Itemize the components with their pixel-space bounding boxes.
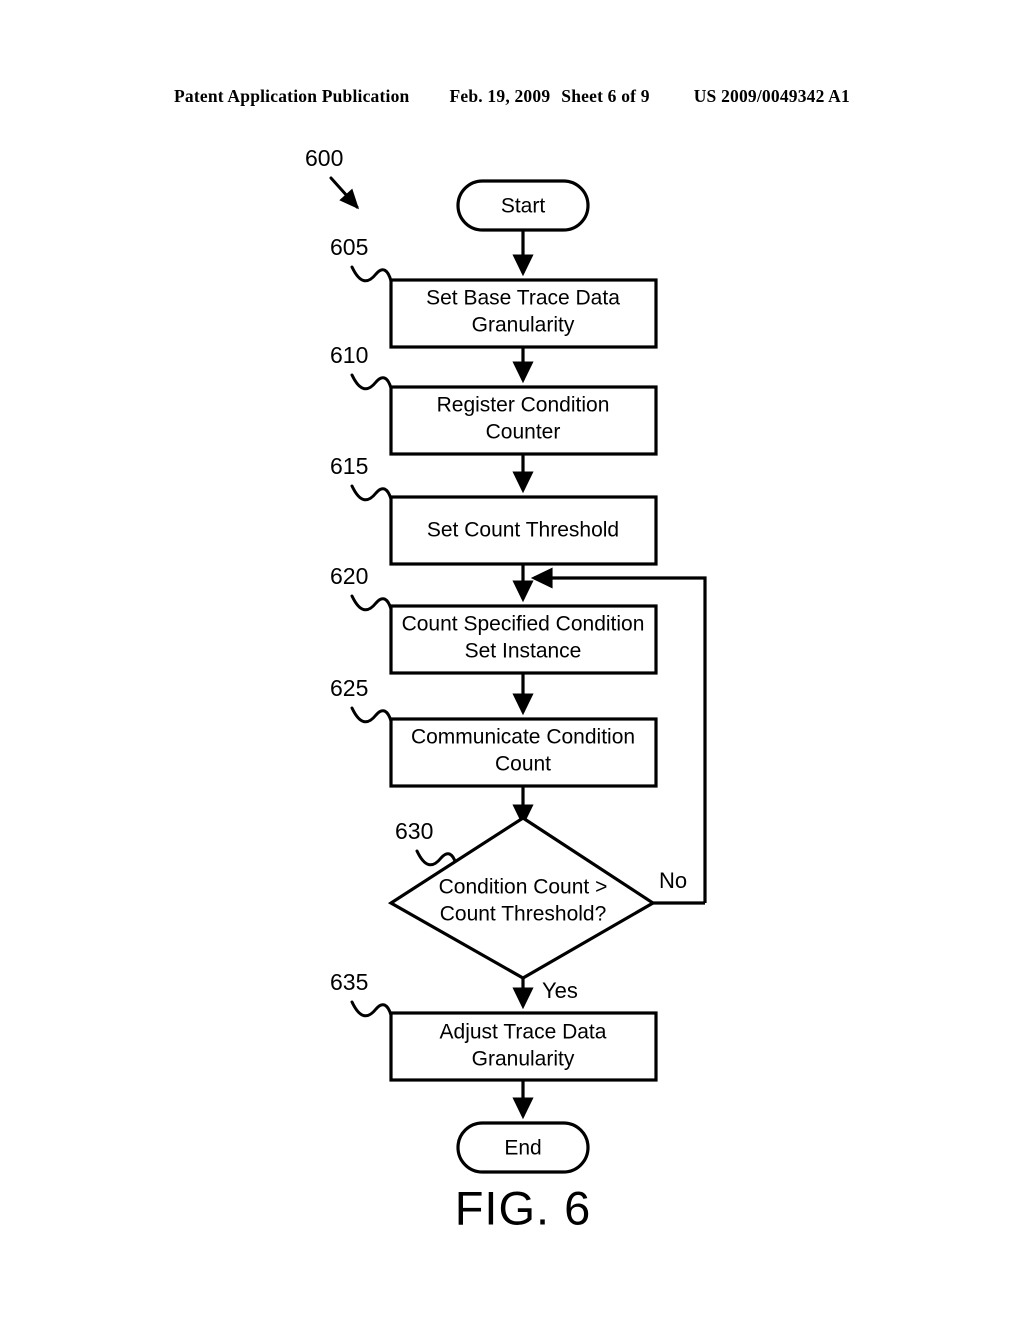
- leader-620: [350, 594, 393, 612]
- ref-numeral-615: 615: [330, 453, 368, 479]
- node-630-label-line2: Count Threshold?: [440, 903, 607, 926]
- leader-625: [350, 706, 393, 724]
- ref-numeral-600: 600: [305, 145, 343, 171]
- node-615-label-line1: Set Count Threshold: [427, 519, 619, 542]
- ref-600-pointer-arrow: [329, 176, 360, 210]
- leader-615: [350, 484, 393, 502]
- node-635-label-line1: Adjust Trace Data: [440, 1021, 607, 1044]
- ref-numeral-605: 605: [330, 234, 368, 260]
- node-610-label-line1: Register Condition: [437, 394, 610, 417]
- node-end-label: End: [504, 1137, 541, 1160]
- ref-numeral-610: 610: [330, 342, 368, 368]
- node-605-label-line1: Set Base Trace Data: [426, 287, 620, 310]
- leader-605: [350, 265, 393, 283]
- node-635-label-line2: Granularity: [472, 1048, 575, 1071]
- node-625-label-line1: Communicate Condition: [411, 726, 635, 749]
- node-610-label-line2: Counter: [486, 421, 561, 444]
- ref-numeral-635: 635: [330, 969, 368, 995]
- branch-label-no: No: [659, 868, 687, 893]
- ref-numeral-630: 630: [395, 818, 433, 844]
- node-620-label-line2: Set Instance: [465, 640, 582, 663]
- branch-label-yes: Yes: [542, 978, 578, 1003]
- flowchart-figure: 600 Start 605 Set Base Trace Data Granul…: [305, 145, 707, 1234]
- node-620-label-line1: Count Specified Condition: [402, 613, 645, 636]
- node-605-label-line2: Granularity: [472, 314, 575, 337]
- figure-caption: FIG. 6: [455, 1181, 592, 1234]
- leader-630: [415, 849, 458, 867]
- node-625-label-line2: Count: [495, 753, 551, 776]
- leader-635: [350, 1000, 393, 1018]
- leader-610: [350, 373, 393, 391]
- ref-numeral-625: 625: [330, 675, 368, 701]
- ref-numeral-620: 620: [330, 563, 368, 589]
- node-630-label-line1: Condition Count >: [439, 876, 608, 899]
- node-start-label: Start: [501, 195, 546, 218]
